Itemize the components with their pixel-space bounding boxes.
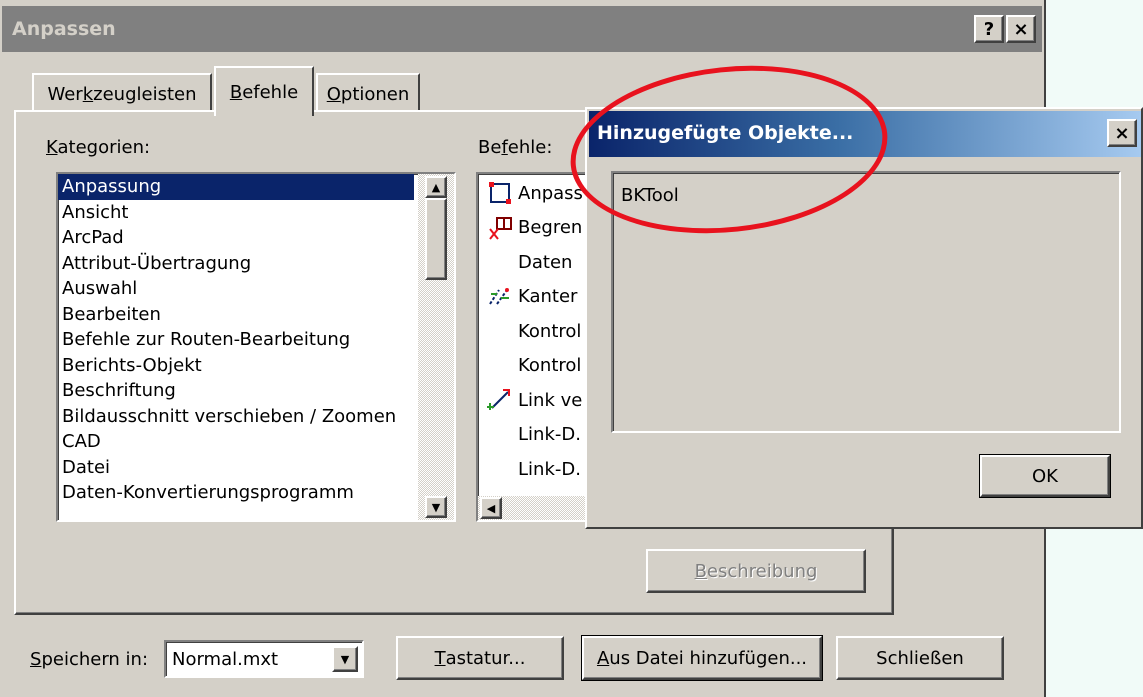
arrow-down-icon: ▼ xyxy=(431,500,441,514)
popup-close-button[interactable]: × xyxy=(1107,119,1137,147)
list-item[interactable]: Bildausschnitt verschieben / Zoomen xyxy=(58,404,414,430)
dialog-title: Anpassen xyxy=(12,18,116,40)
scroll-left-button[interactable]: ◀ xyxy=(480,497,502,519)
edges-icon xyxy=(482,284,518,310)
help-icon: ? xyxy=(983,18,995,40)
list-item[interactable]: Ansicht xyxy=(58,200,414,226)
popup-title-bar[interactable]: Hinzugefügte Objekte... × xyxy=(589,111,1141,157)
link-icon xyxy=(482,387,518,413)
command-item[interactable]: Kontrol xyxy=(482,349,583,384)
save-in-select[interactable]: Normal.mxt ▼ xyxy=(164,640,364,678)
keyboard-button[interactable]: Tastatur... xyxy=(396,636,564,680)
close-icon: × xyxy=(1013,18,1029,40)
scroll-up-button[interactable]: ▲ xyxy=(425,176,447,198)
rectangle-select-icon xyxy=(482,180,518,206)
title-bar[interactable]: Anpassen ? × xyxy=(2,6,1042,52)
categories-label: Kategorien: xyxy=(46,137,151,158)
close-dialog-button[interactable]: Schließen xyxy=(836,636,1004,680)
tab-commands[interactable]: Befehle xyxy=(214,66,314,116)
command-item[interactable]: Begren xyxy=(482,211,583,246)
list-item[interactable]: Attribut-Übertragung xyxy=(58,251,414,277)
commands-label: Befehle: xyxy=(478,137,553,158)
scroll-down-button[interactable]: ▼ xyxy=(425,496,447,518)
arrow-left-icon: ◀ xyxy=(486,501,496,515)
save-in-value: Normal.mxt xyxy=(172,649,279,670)
list-item[interactable]: ArcPad xyxy=(58,225,414,251)
help-button[interactable]: ? xyxy=(974,15,1004,43)
command-item[interactable]: Kontrol xyxy=(482,314,583,349)
added-objects-dialog: Hinzugefügte Objekte... × BKTool OK xyxy=(585,107,1143,529)
categories-listbox[interactable]: Anpassung Ansicht ArcPad Attribut-Übertr… xyxy=(56,172,456,522)
command-item[interactable]: Kanter xyxy=(482,280,583,315)
popup-title: Hinzugefügte Objekte... xyxy=(597,122,854,144)
close-button[interactable]: × xyxy=(1006,15,1036,43)
dropdown-button[interactable]: ▼ xyxy=(332,646,358,672)
ok-button[interactable]: OK xyxy=(979,454,1111,498)
scroll-thumb[interactable] xyxy=(425,198,447,280)
category-item-selected[interactable]: Anpassung xyxy=(58,174,414,200)
chevron-down-icon: ▼ xyxy=(340,652,350,666)
list-item[interactable]: Beschriftung xyxy=(58,378,414,404)
save-in-label: Speichern in: xyxy=(30,649,149,670)
added-objects-box: BKTool xyxy=(611,171,1121,433)
list-item[interactable]: CAD xyxy=(58,429,414,455)
commands-items: Anpass Begren Daten Kanter Kontrol Kontr… xyxy=(482,176,583,487)
clip-icon xyxy=(482,215,518,241)
list-item[interactable]: Bearbeiten xyxy=(58,302,414,328)
add-from-file-button[interactable]: Aus Datei hinzufügen... xyxy=(581,635,823,681)
list-item[interactable]: Daten-Konvertierungsprogramm xyxy=(58,480,414,506)
tab-options[interactable]: Optionen xyxy=(316,73,420,113)
list-item[interactable]: Befehle zur Routen-Bearbeitung xyxy=(58,327,414,353)
list-item[interactable]: Auswahl xyxy=(58,276,414,302)
command-item[interactable]: Link-D. xyxy=(482,452,583,487)
categories-scrollbar[interactable]: ▲ ▼ xyxy=(418,174,454,520)
close-icon: × xyxy=(1114,122,1130,144)
command-item[interactable]: Anpass xyxy=(482,176,583,211)
description-button[interactable]: Beschreibung xyxy=(646,549,866,593)
command-item[interactable]: Daten xyxy=(482,245,583,280)
command-item[interactable]: Link-D. xyxy=(482,418,583,453)
list-item[interactable]: Datei xyxy=(58,455,414,481)
command-item[interactable]: Link ve xyxy=(482,383,583,418)
categories-items: Anpassung Ansicht ArcPad Attribut-Übertr… xyxy=(58,174,414,506)
arrow-up-icon: ▲ xyxy=(431,180,441,194)
list-item[interactable]: Berichts-Objekt xyxy=(58,353,414,379)
tab-toolbars[interactable]: Wer k zeugleisten xyxy=(32,73,212,113)
added-object-item: BKTool xyxy=(621,185,679,206)
